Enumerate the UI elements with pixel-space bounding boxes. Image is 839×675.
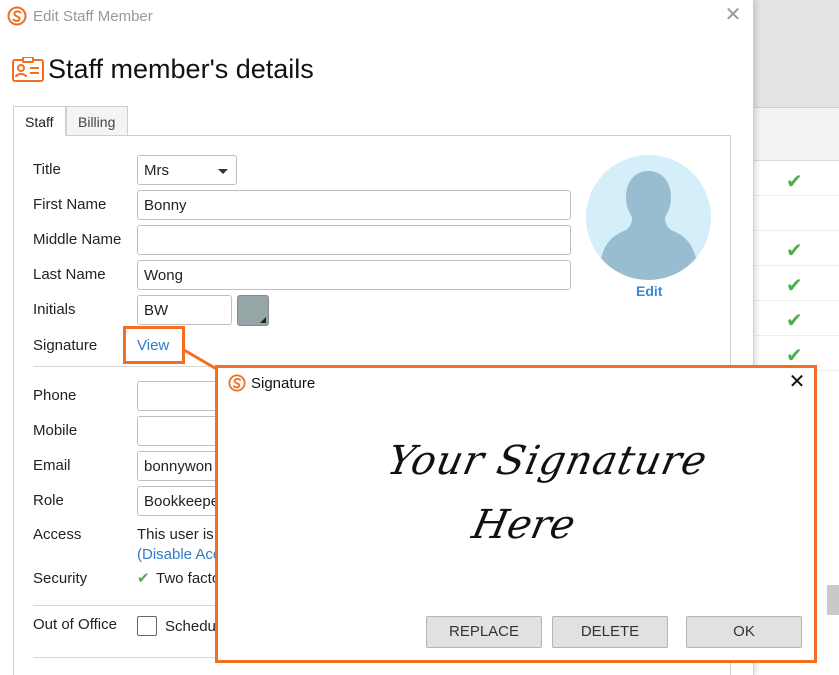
last-name-label: Last Name xyxy=(33,266,106,283)
close-button[interactable]: ✕ xyxy=(722,4,744,26)
signature-dialog-title: Signature xyxy=(251,375,316,392)
access-status-text: This user is xyxy=(137,526,214,543)
window-title: Edit Staff Member xyxy=(33,8,153,25)
list-item: ✔ xyxy=(754,231,839,266)
list-item: ✔ xyxy=(754,266,839,301)
security-label: Security xyxy=(33,570,88,587)
delete-button[interactable]: DELETE xyxy=(552,616,668,648)
title-bar: Edit Staff Member ✕ xyxy=(0,0,754,34)
checkmark-icon: ✔ xyxy=(786,275,803,297)
email-label: Email xyxy=(33,457,71,474)
list-item xyxy=(754,196,839,231)
phone-label: Phone xyxy=(33,387,77,404)
dropdown-corner-icon xyxy=(260,317,266,323)
page-title: Staff member's details xyxy=(48,54,314,84)
checkmark-icon: ✔ xyxy=(786,310,803,332)
disable-access-link[interactable]: (Disable Acc xyxy=(137,546,220,563)
checkmark-icon: ✔ xyxy=(786,240,803,262)
app-logo-icon xyxy=(228,374,246,392)
initials-field[interactable]: BW xyxy=(137,295,232,325)
id-card-icon xyxy=(12,57,44,82)
scrollbar-thumb[interactable] xyxy=(827,585,839,615)
first-name-field[interactable]: Bonny xyxy=(137,190,571,220)
first-name-label: First Name xyxy=(33,196,107,213)
list-item: ✔ xyxy=(754,301,839,336)
signature-dialog: Signature ✕ Your Signature Here REPLACE … xyxy=(215,365,817,663)
access-label: Access xyxy=(33,526,82,543)
out-of-office-label: Out of Office xyxy=(33,616,117,633)
tab-staff[interactable]: Staff xyxy=(13,106,66,136)
avatar[interactable] xyxy=(586,155,711,280)
app-logo-icon xyxy=(7,6,27,26)
signature-text-line2: Here xyxy=(468,502,580,548)
ok-button[interactable]: OK xyxy=(686,616,802,648)
out-of-office-checkbox[interactable] xyxy=(137,616,157,636)
out-of-office-checkbox-label: Schedu xyxy=(165,618,216,635)
role-label: Role xyxy=(33,492,64,509)
security-status-text: Two facto xyxy=(156,570,221,587)
avatar-edit-link[interactable]: Edit xyxy=(636,283,662,299)
close-button[interactable]: ✕ xyxy=(785,370,809,394)
title-select[interactable]: Mrs xyxy=(137,155,237,185)
signature-view-link[interactable]: View xyxy=(137,337,169,354)
initials-label: Initials xyxy=(33,301,76,318)
signature-image: Your Signature Here xyxy=(318,418,718,568)
initials-color-picker[interactable] xyxy=(237,295,269,326)
chevron-down-icon xyxy=(218,169,228,174)
tab-billing[interactable]: Billing xyxy=(66,106,128,136)
list-item: ✔ xyxy=(754,161,839,196)
background-header xyxy=(754,0,839,108)
signature-label: Signature xyxy=(33,337,98,354)
mobile-label: Mobile xyxy=(33,422,78,439)
replace-button[interactable]: REPLACE xyxy=(426,616,542,648)
checkmark-icon: ✔ xyxy=(786,171,803,193)
last-name-field[interactable]: Wong xyxy=(137,260,571,290)
middle-name-field[interactable] xyxy=(137,225,571,255)
checkmark-icon: ✔ xyxy=(137,570,150,587)
person-silhouette-icon xyxy=(598,171,699,280)
signature-text-line1: Your Signature xyxy=(383,438,712,484)
title-select-value: Mrs xyxy=(144,162,169,179)
middle-name-label: Middle Name xyxy=(33,231,122,248)
title-label: Title xyxy=(33,161,61,178)
